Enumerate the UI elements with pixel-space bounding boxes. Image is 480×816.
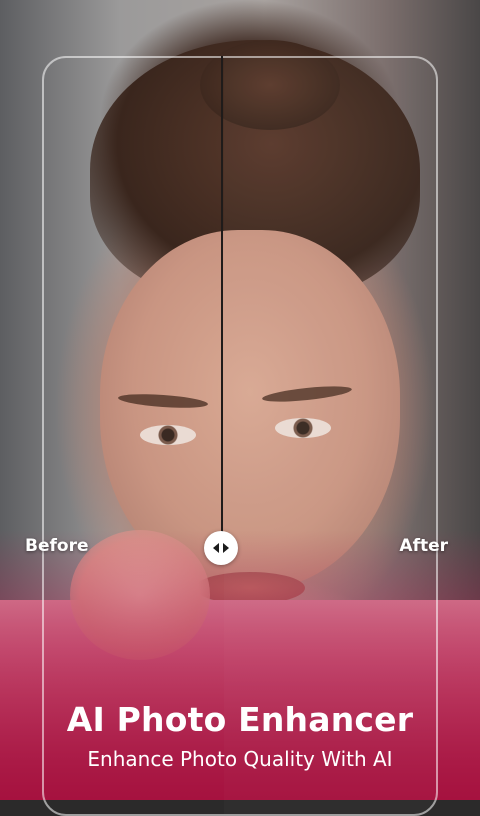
before-label: Before [25, 536, 89, 556]
compare-arrows-icon [213, 543, 229, 553]
after-label: After [399, 536, 448, 556]
promo-title: AI Photo Enhancer [66, 700, 414, 739]
promo-subtitle: Enhance Photo Quality With AI [87, 747, 393, 771]
compare-slider-handle[interactable] [204, 531, 238, 565]
compare-divider[interactable] [221, 56, 223, 556]
